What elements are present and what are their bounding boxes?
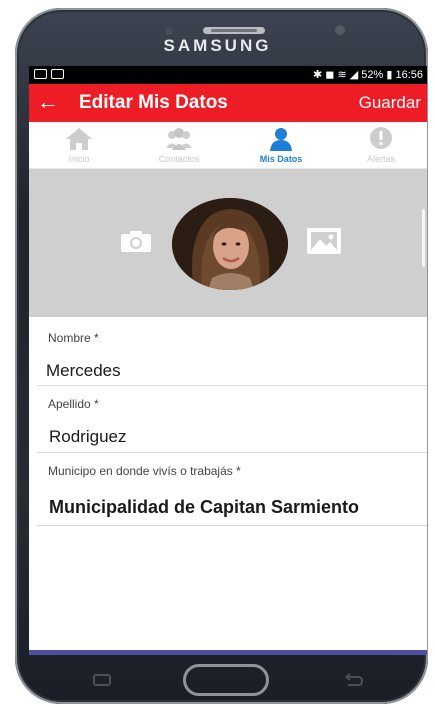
contacts-icon (166, 128, 192, 150)
screen-bottom-bar (29, 650, 427, 655)
nombre-field[interactable]: Mercedes (46, 361, 121, 381)
nombre-label: Nombre * (48, 331, 99, 345)
profile-photo (172, 198, 288, 290)
app-bar: ← Editar Mis Datos Guardar (29, 84, 427, 122)
scroll-indicator (422, 209, 425, 267)
camera-icon[interactable] (119, 229, 153, 253)
device-brand: SAMSUNG (163, 36, 272, 55)
divider (37, 385, 427, 386)
tab-label: Contactos (158, 154, 200, 164)
status-bar: ✱ ◼ ≋ ◢ 52% ▮ 16:56 (29, 66, 427, 84)
front-camera (335, 25, 345, 35)
tab-mis-datos[interactable]: Mis Datos (231, 122, 331, 168)
status-text: ✱ ◼ ≋ ◢ 52% ▮ 16:56 (313, 69, 423, 81)
apellido-field[interactable]: Rodriguez (49, 427, 127, 447)
notification-icon (34, 69, 47, 79)
image-gallery-icon[interactable] (305, 226, 343, 256)
municipio-field[interactable]: Municipalidad de Capitan Sarmiento (49, 497, 359, 518)
proximity-sensor (165, 27, 173, 35)
tab-label: Alertas (366, 154, 395, 164)
message-icon (51, 69, 64, 79)
app-screen: ✱ ◼ ≋ ◢ 52% ▮ 16:56 ← Editar Mis Datos G… (29, 66, 427, 650)
person-icon (270, 128, 292, 151)
tab-bar: Inicio Contactos Mis Datos Alertas (29, 122, 427, 224)
avatar[interactable] (172, 198, 288, 290)
profile-photo-area (29, 169, 427, 317)
home-button[interactable] (183, 664, 269, 696)
back-icon[interactable] (340, 673, 366, 687)
tab-contactos[interactable]: Contactos (129, 122, 229, 168)
page-title: Editar Mis Datos (79, 92, 228, 113)
tab-inicio[interactable]: Inicio (29, 122, 129, 168)
municipio-label: Municipo en donde vivís o trabajás * (48, 464, 241, 478)
recent-apps-icon[interactable] (90, 673, 116, 687)
earpiece-speaker (203, 27, 265, 34)
tab-alertas[interactable]: Alertas (331, 122, 427, 168)
divider (37, 525, 427, 526)
tab-label: Mis Datos (259, 154, 303, 164)
apellido-label: Apellido * (48, 397, 99, 411)
divider (37, 452, 427, 453)
arrow-left-icon[interactable]: ← (37, 89, 59, 115)
save-button[interactable]: Guardar (359, 93, 421, 113)
alert-icon (370, 127, 392, 149)
tab-label: Inicio (68, 154, 90, 164)
home-icon (66, 128, 92, 150)
